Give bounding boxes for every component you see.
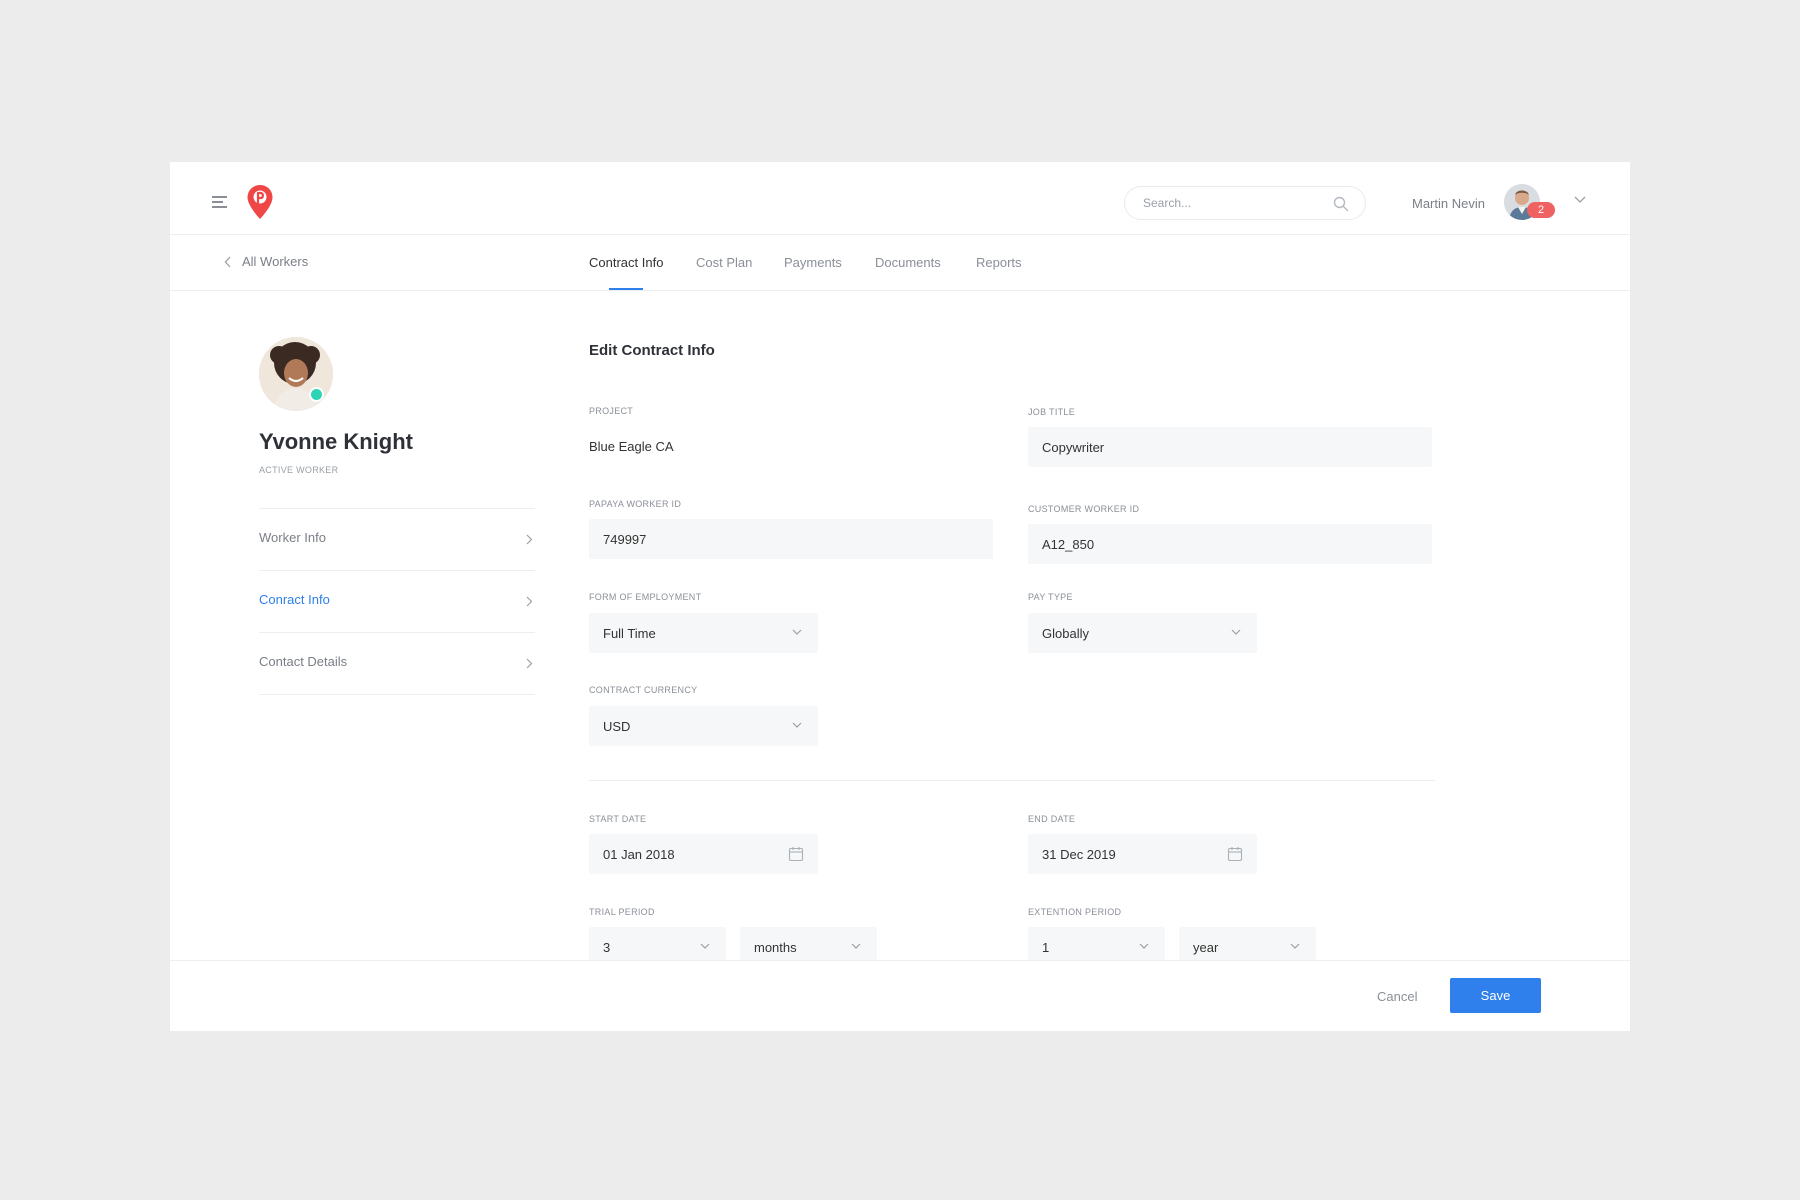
end-date-input[interactable] bbox=[1042, 834, 1221, 874]
project-value: Blue Eagle CA bbox=[589, 439, 674, 454]
sidebar-divider bbox=[259, 694, 535, 695]
back-link-all-workers[interactable]: All Workers bbox=[224, 254, 308, 269]
chevron-down-icon bbox=[792, 722, 802, 728]
top-bar: Martin Nevin 2 bbox=[170, 162, 1630, 235]
papaya-worker-id-field bbox=[589, 519, 993, 559]
start-date-field bbox=[589, 834, 818, 874]
sidebar-item-worker-info[interactable]: Worker Info bbox=[259, 530, 535, 554]
logo-icon bbox=[247, 185, 273, 219]
notification-badge[interactable]: 2 bbox=[1527, 202, 1555, 218]
customer-worker-id-input[interactable] bbox=[1042, 524, 1396, 564]
tab-reports[interactable]: Reports bbox=[976, 255, 1022, 270]
form-of-employment-label: FORM OF EMPLOYMENT bbox=[589, 592, 702, 602]
worker-avatar-image bbox=[259, 337, 333, 411]
start-date-input[interactable] bbox=[603, 834, 782, 874]
job-title-label: JOB TITLE bbox=[1028, 407, 1076, 417]
form-title: Edit Contract Info bbox=[589, 342, 715, 359]
job-title-field bbox=[1028, 427, 1432, 467]
start-date-label: START DATE bbox=[589, 814, 647, 824]
sub-navigation: All Workers Contract Info Cost Plan Paym… bbox=[170, 235, 1630, 291]
tab-contract-info[interactable]: Contract Info bbox=[589, 255, 663, 270]
papaya-worker-id-input[interactable] bbox=[603, 519, 957, 559]
back-link-label: All Workers bbox=[242, 254, 309, 269]
worker-avatar bbox=[259, 337, 333, 411]
chevron-right-icon bbox=[526, 596, 533, 607]
active-tab-indicator bbox=[609, 288, 643, 290]
end-date-field bbox=[1028, 834, 1257, 874]
sidebar-divider bbox=[259, 508, 535, 509]
project-label: PROJECT bbox=[589, 406, 634, 416]
search-input[interactable] bbox=[1143, 187, 1323, 219]
calendar-icon[interactable] bbox=[1227, 846, 1243, 862]
chevron-left-icon bbox=[224, 256, 231, 267]
chevron-down-icon bbox=[1139, 943, 1149, 949]
sidebar-divider bbox=[259, 632, 535, 633]
sidebar-item-label: Contact Details bbox=[259, 654, 348, 669]
trial-period-label: TRIAL PERIOD bbox=[589, 907, 655, 917]
customer-worker-id-field bbox=[1028, 524, 1432, 564]
menu-icon[interactable] bbox=[212, 196, 227, 208]
form-footer: Cancel Save bbox=[170, 960, 1630, 1031]
online-status-dot bbox=[309, 387, 324, 402]
chevron-right-icon bbox=[526, 658, 533, 669]
job-title-input[interactable] bbox=[1042, 427, 1396, 467]
pay-type-select[interactable] bbox=[1028, 613, 1257, 653]
cancel-button[interactable]: Cancel bbox=[1377, 989, 1417, 1004]
tab-documents[interactable]: Documents bbox=[875, 255, 941, 270]
search-box bbox=[1124, 186, 1366, 220]
pay-type-label: PAY TYPE bbox=[1028, 592, 1073, 602]
worker-name: Yvonne Knight bbox=[259, 429, 413, 454]
sidebar-divider bbox=[259, 570, 535, 571]
chevron-down-icon bbox=[1231, 629, 1241, 635]
extension-period-label: EXTENTION PERIOD bbox=[1028, 907, 1122, 917]
contract-currency-label: CONTRACT CURRENCY bbox=[589, 685, 698, 695]
pay-type-value bbox=[1042, 613, 1221, 653]
papaya-worker-id-label: PAPAYA WORKER ID bbox=[589, 499, 682, 509]
chevron-down-icon bbox=[700, 943, 710, 949]
form-section-divider bbox=[589, 780, 1435, 781]
contract-currency-select[interactable] bbox=[589, 706, 818, 746]
chevron-right-icon bbox=[526, 534, 533, 545]
chevron-down-icon bbox=[851, 943, 861, 949]
sidebar-item-label: Conract Info bbox=[259, 592, 330, 607]
calendar-icon[interactable] bbox=[788, 846, 804, 862]
tab-payments[interactable]: Payments bbox=[784, 255, 842, 270]
contract-currency-value bbox=[603, 706, 782, 746]
sidebar-item-contract-info[interactable]: Conract Info bbox=[259, 592, 535, 616]
form-of-employment-value bbox=[603, 613, 782, 653]
chevron-down-icon bbox=[792, 629, 802, 635]
app-window: Martin Nevin 2 All Workers Contract Info… bbox=[170, 162, 1630, 1031]
save-button[interactable]: Save bbox=[1450, 978, 1541, 1013]
sidebar-item-contact-details[interactable]: Contact Details bbox=[259, 654, 535, 678]
user-name[interactable]: Martin Nevin bbox=[1412, 196, 1485, 211]
form-of-employment-select[interactable] bbox=[589, 613, 818, 653]
chevron-down-icon[interactable] bbox=[1574, 196, 1586, 204]
tab-cost-plan[interactable]: Cost Plan bbox=[696, 255, 752, 270]
customer-worker-id-label: CUSTOMER WORKER ID bbox=[1028, 504, 1140, 514]
end-date-label: END DATE bbox=[1028, 814, 1076, 824]
worker-status-label: ACTIVE WORKER bbox=[259, 465, 339, 475]
sidebar-item-label: Worker Info bbox=[259, 530, 326, 545]
search-icon[interactable] bbox=[1333, 196, 1349, 212]
chevron-down-icon bbox=[1290, 943, 1300, 949]
